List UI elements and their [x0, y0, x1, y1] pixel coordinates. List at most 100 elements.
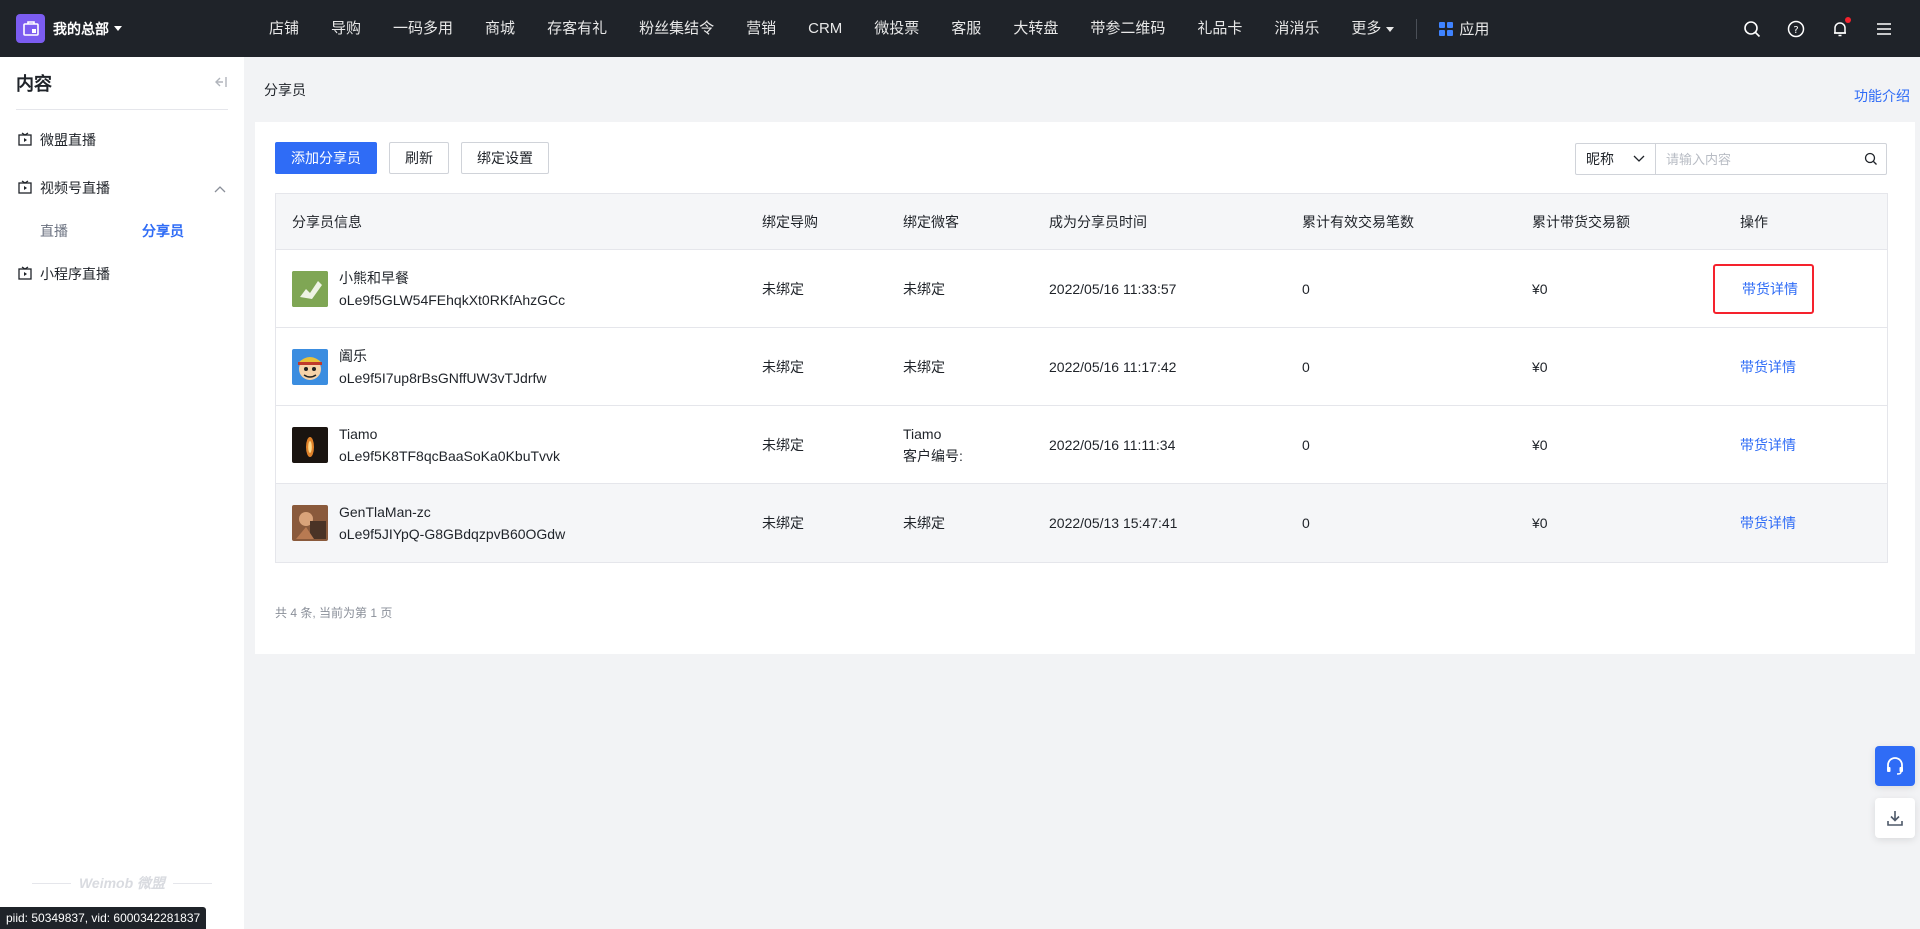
sidebar: 内容 微盟直播 视频号直播 直播 分享员 小程序直播 Weimob 微盟 pii…	[0, 57, 244, 929]
nav-item-fans[interactable]: 粉丝集结令	[623, 0, 730, 57]
highlight-box: 带货详情	[1713, 263, 1814, 314]
user-openid: oLe9f5I7up8rBsGNffUW3vTJdrfw	[339, 369, 547, 386]
bind-settings-button[interactable]: 绑定设置	[461, 142, 549, 174]
bound-weike: 未绑定	[887, 278, 1033, 300]
add-sharer-button[interactable]: 添加分享员	[275, 142, 377, 174]
avatar	[292, 505, 328, 541]
nav-item-service[interactable]: 客服	[935, 0, 997, 57]
nav-more-label: 更多	[1351, 20, 1382, 37]
svg-text:?: ?	[1793, 25, 1798, 36]
trade-count: 0	[1302, 280, 1310, 297]
weimob-watermark: Weimob 微盟	[32, 873, 213, 893]
sidebar-item-miniprogram-live[interactable]: 小程序直播	[0, 250, 244, 298]
sidebar-item-label: 小程序直播	[40, 266, 110, 282]
nav-item-marketing[interactable]: 营销	[730, 0, 792, 57]
store-logo-icon	[16, 14, 45, 43]
nav-item-mall[interactable]: 商城	[469, 0, 531, 57]
menu-icon[interactable]	[1862, 0, 1906, 57]
avatar	[292, 426, 328, 463]
weike-name: 未绑定	[903, 358, 945, 375]
col-header: 累计带货交易额	[1532, 213, 1630, 230]
weike-name: 未绑定	[903, 280, 945, 297]
nav-item-store[interactable]: 店铺	[253, 0, 315, 57]
user-info: GenTlaMan-zc oLe9f5JIYpQ-G8GBdqzpvB60OGd…	[292, 501, 746, 545]
trade-amount: ¥0	[1532, 515, 1548, 531]
nav-app-button[interactable]: 应用	[1423, 18, 1505, 39]
sales-detail-link[interactable]: 带货详情	[1740, 437, 1796, 453]
nav-item-match[interactable]: 消消乐	[1258, 0, 1335, 57]
chevron-down-icon	[1386, 26, 1395, 32]
sales-detail-link[interactable]: 带货详情	[1740, 359, 1796, 375]
nav-item-multi-code[interactable]: 一码多用	[377, 0, 469, 57]
join-time: 2022/05/16 11:33:57	[1049, 280, 1177, 297]
join-time: 2022/05/16 11:11:34	[1049, 436, 1176, 453]
sidebar-subitem-sharer[interactable]: 分享员	[142, 221, 184, 241]
trade-count: 0	[1302, 436, 1310, 453]
trade-count: 0	[1302, 515, 1310, 531]
pagination-info: 共 4 条, 当前为第 1 页	[275, 606, 393, 620]
nav-item-guide[interactable]: 导购	[315, 0, 377, 57]
download-icon[interactable]	[1875, 798, 1915, 838]
join-time: 2022/05/16 11:17:42	[1049, 358, 1177, 375]
sales-detail-link[interactable]: 带货详情	[1740, 515, 1796, 531]
sidebar-item-channels-live[interactable]: 视频号直播	[0, 164, 244, 212]
bound-guide: 未绑定	[762, 436, 804, 453]
weike-name: Tiamo	[903, 425, 942, 442]
live-icon	[18, 265, 32, 283]
sales-detail-link[interactable]: 带货详情	[1742, 281, 1798, 297]
col-header: 分享员信息	[292, 213, 362, 230]
user-openid: oLe9f5K8TF8qcBaaSoKa0KbuTvvk	[339, 447, 561, 464]
nav-item-more[interactable]: 更多	[1335, 0, 1410, 57]
brand-switcher[interactable]: 我的总部	[0, 0, 240, 57]
nav-items: 店铺 导购 一码多用 商城 存客有礼 粉丝集结令 营销 CRM 微投票 客服 大…	[253, 0, 1505, 57]
chevron-down-icon	[1633, 155, 1645, 162]
search-bar: 昵称	[1575, 143, 1887, 175]
user-name: 阖乐	[339, 347, 367, 364]
bound-guide: 未绑定	[762, 515, 804, 531]
top-nav: 我的总部 店铺 导购 一码多用 商城 存客有礼 粉丝集结令 营销 CRM 微投票…	[0, 0, 1920, 57]
search-field-label: 昵称	[1586, 151, 1614, 167]
notification-dot	[1845, 17, 1851, 23]
search-input[interactable]	[1656, 144, 1856, 174]
chevron-up-icon	[214, 180, 226, 196]
bound-guide: 未绑定	[762, 280, 804, 297]
nav-item-gift[interactable]: 存客有礼	[531, 0, 623, 57]
search-icon[interactable]	[1856, 144, 1886, 174]
nav-item-giftcard[interactable]: 礼品卡	[1181, 0, 1258, 57]
sidebar-subitems: 直播 分享员	[0, 212, 244, 250]
table-row: Tiamo oLe9f5K8TF8qcBaaSoKa0KbuTvvk 未绑定 T…	[276, 406, 1887, 484]
nav-item-vote[interactable]: 微投票	[858, 0, 935, 57]
table-row: 阖乐 oLe9f5I7up8rBsGNffUW3vTJdrfw 未绑定 未绑定 …	[276, 328, 1887, 406]
help-icon[interactable]: ?	[1774, 0, 1818, 57]
join-time: 2022/05/13 15:47:41	[1049, 515, 1178, 531]
search-field-select[interactable]: 昵称	[1576, 144, 1656, 174]
bound-guide: 未绑定	[762, 358, 804, 375]
brand-name: 我的总部	[53, 20, 109, 37]
sidebar-item-label: 视频号直播	[40, 180, 110, 196]
nav-item-crm[interactable]: CRM	[792, 0, 858, 57]
nav-item-wheel[interactable]: 大转盘	[997, 0, 1074, 57]
apps-grid-icon	[1439, 21, 1454, 36]
toolbar: 添加分享员 刷新 绑定设置	[275, 142, 549, 174]
user-openid: oLe9f5JIYpQ-G8GBdqzpvB60OGdw	[339, 526, 566, 542]
bound-weike: Tiamo 客户编号:	[887, 423, 1033, 467]
col-header: 累计有效交易笔数	[1302, 213, 1414, 230]
bell-icon[interactable]	[1818, 0, 1862, 57]
col-header: 绑定导购	[762, 213, 818, 230]
function-intro-link[interactable]: 功能介绍	[1854, 86, 1910, 106]
sidebar-item-weimob-live[interactable]: 微盟直播	[0, 116, 244, 164]
live-icon	[18, 179, 32, 197]
refresh-button[interactable]: 刷新	[389, 142, 449, 174]
user-info: 小熊和早餐 oLe9f5GLW54FEhqkXt0RKfAhzGCc	[292, 267, 746, 311]
sidebar-title: 内容	[16, 74, 52, 94]
sidebar-item-label: 微盟直播	[40, 132, 96, 148]
sidebar-subitem-live[interactable]: 直播	[40, 221, 68, 241]
trade-amount: ¥0	[1532, 280, 1548, 297]
user-info: 阖乐 oLe9f5I7up8rBsGNffUW3vTJdrfw	[292, 345, 746, 389]
customer-service-icon[interactable]	[1875, 746, 1915, 786]
nav-item-qrcode[interactable]: 带参二维码	[1074, 0, 1181, 57]
user-name: 小熊和早餐	[339, 269, 409, 286]
user-info: Tiamo oLe9f5K8TF8qcBaaSoKa0KbuTvvk	[292, 423, 746, 467]
collapse-sidebar-icon[interactable]	[214, 75, 228, 91]
search-icon[interactable]	[1730, 0, 1774, 57]
